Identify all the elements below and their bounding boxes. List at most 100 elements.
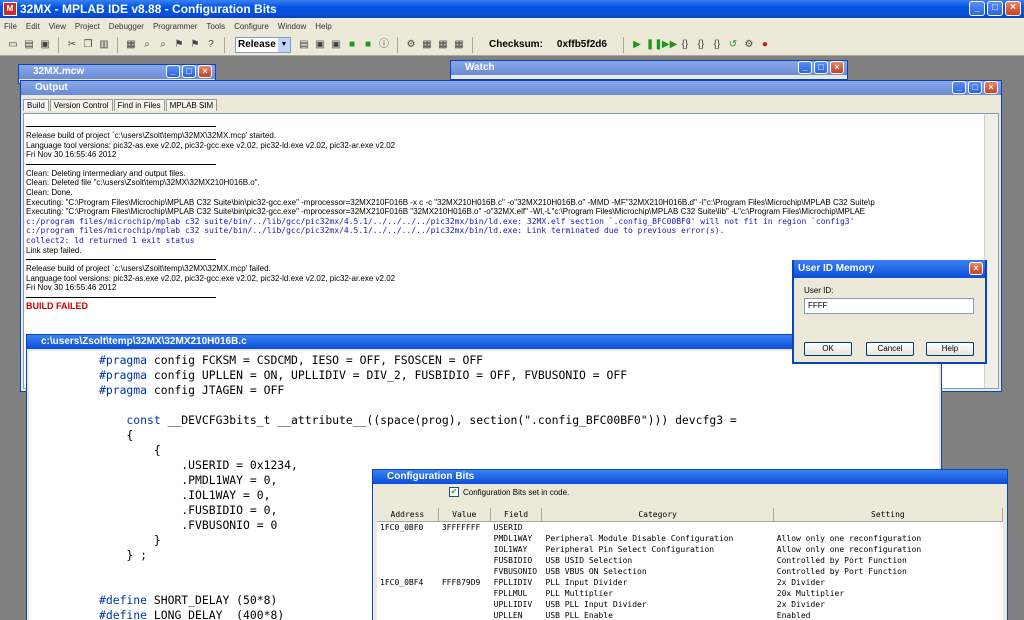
close-button[interactable]: × (830, 61, 844, 74)
watch-window[interactable]: Watch _ □ × (450, 60, 848, 80)
find-in-files-icon[interactable]: ⌕ (156, 38, 170, 52)
registers-icon[interactable]: ▦ (436, 38, 450, 52)
run-icon[interactable]: ▶ (630, 38, 644, 52)
code-line[interactable]: .PMDL1WAY = 0, (99, 473, 277, 488)
save-workspace-icon[interactable]: ▣ (329, 38, 343, 52)
tab-mplab-sim[interactable]: MPLAB SIM (165, 99, 218, 111)
minimize-button[interactable]: _ (969, 1, 985, 16)
column-setting[interactable]: Setting (774, 508, 1003, 521)
breakpoint-icon[interactable]: ⚙ (742, 38, 756, 52)
project-icon[interactable]: ■ (345, 38, 359, 52)
configuration-bits-window[interactable]: Configuration Bits ✔ Configuration Bits … (372, 469, 1008, 620)
table-row[interactable]: IOL1WAY Peripheral Pin Select Configurati… (377, 544, 1003, 555)
menu-view[interactable]: View (49, 22, 66, 31)
build-config-select[interactable]: Release ▼ (235, 36, 291, 53)
maximize-button[interactable]: □ (987, 1, 1003, 16)
tab-version-control[interactable]: Version Control (49, 99, 113, 111)
menu-window[interactable]: Window (278, 22, 306, 31)
maximize-button[interactable]: □ (968, 81, 982, 94)
menu-tools[interactable]: Tools (206, 22, 225, 31)
make-icon[interactable]: ▤ (297, 38, 311, 52)
column-category[interactable]: Category (542, 508, 774, 521)
config-set-in-code[interactable]: ✔ Configuration Bits set in code. (373, 484, 1007, 500)
code-line[interactable]: #define LONG_DELAY (400*8) (99, 608, 284, 620)
column-value[interactable]: Value (439, 508, 491, 521)
cut-icon[interactable]: ✂ (65, 38, 79, 52)
step-into-icon[interactable]: {} (678, 38, 692, 52)
step-out-icon[interactable]: {} (710, 38, 724, 52)
new-file-icon[interactable]: ▭ (6, 38, 20, 52)
bookmark-next-icon[interactable]: ⚑ (188, 38, 202, 52)
menu-edit[interactable]: Edit (26, 22, 40, 31)
table-row[interactable]: FPLLMUL PLL Multiplier 20x Multiplier (377, 588, 1003, 599)
code-line[interactable]: const __DEVCFG3bits_t __attribute__((spa… (99, 413, 736, 428)
user-id-input[interactable]: FFFF (804, 298, 974, 314)
code-line[interactable]: .FVBUSONIO = 0 (99, 518, 277, 533)
table-row[interactable]: FUSBIDIO USB USID Selection Controlled by … (377, 555, 1003, 566)
column-address[interactable]: Address (377, 508, 439, 521)
table-cell: Allow only one reconfiguration (776, 545, 922, 554)
close-button[interactable]: × (1005, 1, 1021, 16)
table-row[interactable]: FVBUSONIO USB VBUS ON Selection Controlled… (377, 566, 1003, 577)
code-line[interactable]: #pragma config FCKSM = CSDCMD, IESO = OF… (99, 353, 483, 368)
ok-button[interactable]: OK (804, 342, 852, 356)
menu-project[interactable]: Project (75, 22, 100, 31)
table-cell: PMDL1WAY (493, 534, 533, 543)
close-button[interactable]: × (198, 65, 212, 78)
maximize-button[interactable]: □ (182, 65, 196, 78)
code-line[interactable]: { (99, 443, 161, 458)
table-row[interactable]: 1FC0_0BF4 FFF879D9 FPLLIDIV PLL Input Divid… (377, 577, 1003, 588)
cancel-button[interactable]: Cancel (866, 342, 914, 356)
menu-help[interactable]: Help (315, 22, 331, 31)
table-row[interactable]: PMDL1WAY Peripheral Module Disable Config… (377, 533, 1003, 544)
paste-icon[interactable]: ▥ (97, 38, 111, 52)
output-line: Release build of project `c:\users\Zsolt… (26, 131, 277, 140)
table-row[interactable]: UPLLIDIV USB PLL Input Divider 2x Divider (377, 599, 1003, 610)
print-icon[interactable]: ▦ (124, 38, 138, 52)
code-line[interactable]: { (99, 428, 133, 443)
table-row[interactable]: UPLLEN USB PLL Enable Enabled (377, 610, 1003, 620)
help-button[interactable]: Help (926, 342, 974, 356)
menu-file[interactable]: File (4, 22, 17, 31)
reset-icon[interactable]: ↺ (726, 38, 740, 52)
code-text: LONG_DELAY (400*8) (147, 608, 285, 620)
build-all-icon[interactable]: ▣ (313, 38, 327, 52)
menu-debugger[interactable]: Debugger (109, 22, 144, 31)
help-icon[interactable]: ? (204, 38, 218, 52)
close-button[interactable]: × (984, 81, 998, 94)
copy-icon[interactable]: ❐ (81, 38, 95, 52)
minimize-button[interactable]: _ (798, 61, 812, 74)
open-folder-icon[interactable]: ▤ (22, 38, 36, 52)
animate-icon[interactable]: ▶▶ (662, 38, 677, 52)
maximize-button[interactable]: □ (814, 61, 828, 74)
column-field[interactable]: Field (491, 508, 543, 521)
code-line[interactable]: #pragma config UPLLEN = ON, UPLLIDIV = D… (99, 368, 627, 383)
minimize-button[interactable]: _ (952, 81, 966, 94)
code-line[interactable]: #define SHORT_DELAY (50*8) (99, 593, 277, 608)
memory-icon[interactable]: ▦ (420, 38, 434, 52)
close-button[interactable]: × (969, 262, 983, 275)
menu-programmer[interactable]: Programmer (153, 22, 197, 31)
code-line[interactable]: #pragma config JTAGEN = OFF (99, 383, 284, 398)
project-build-icon[interactable]: ■ (361, 38, 375, 52)
watch-icon[interactable]: ▦ (452, 38, 466, 52)
bookmark-icon[interactable]: ⚑ (172, 38, 186, 52)
config-icon[interactable]: ⚙ (404, 38, 418, 52)
save-icon[interactable]: ▣ (38, 38, 52, 52)
code-line[interactable]: .FUSBIDIO = 0, (99, 503, 277, 518)
stop-icon[interactable]: ● (758, 38, 772, 52)
tab-build[interactable]: Build (23, 99, 49, 111)
checkbox-checked-icon[interactable]: ✔ (449, 487, 459, 497)
halt-icon[interactable]: ❚❚ (646, 38, 663, 52)
find-icon[interactable]: ⌕ (140, 38, 154, 52)
code-line[interactable]: .IOL1WAY = 0, (99, 488, 270, 503)
table-row[interactable]: 1FC0_0BF0 3FFFFFFF USERID (377, 522, 1003, 533)
code-line[interactable]: } ; (99, 548, 147, 563)
code-line[interactable]: } (99, 533, 161, 548)
info-icon[interactable]: ⓘ (377, 38, 391, 52)
code-line[interactable]: .USERID = 0x1234, (99, 458, 298, 473)
minimize-button[interactable]: _ (166, 65, 180, 78)
menu-configure[interactable]: Configure (234, 22, 269, 31)
tab-find-in-files[interactable]: Find in Files (113, 99, 165, 111)
step-over-icon[interactable]: {} (694, 38, 708, 52)
